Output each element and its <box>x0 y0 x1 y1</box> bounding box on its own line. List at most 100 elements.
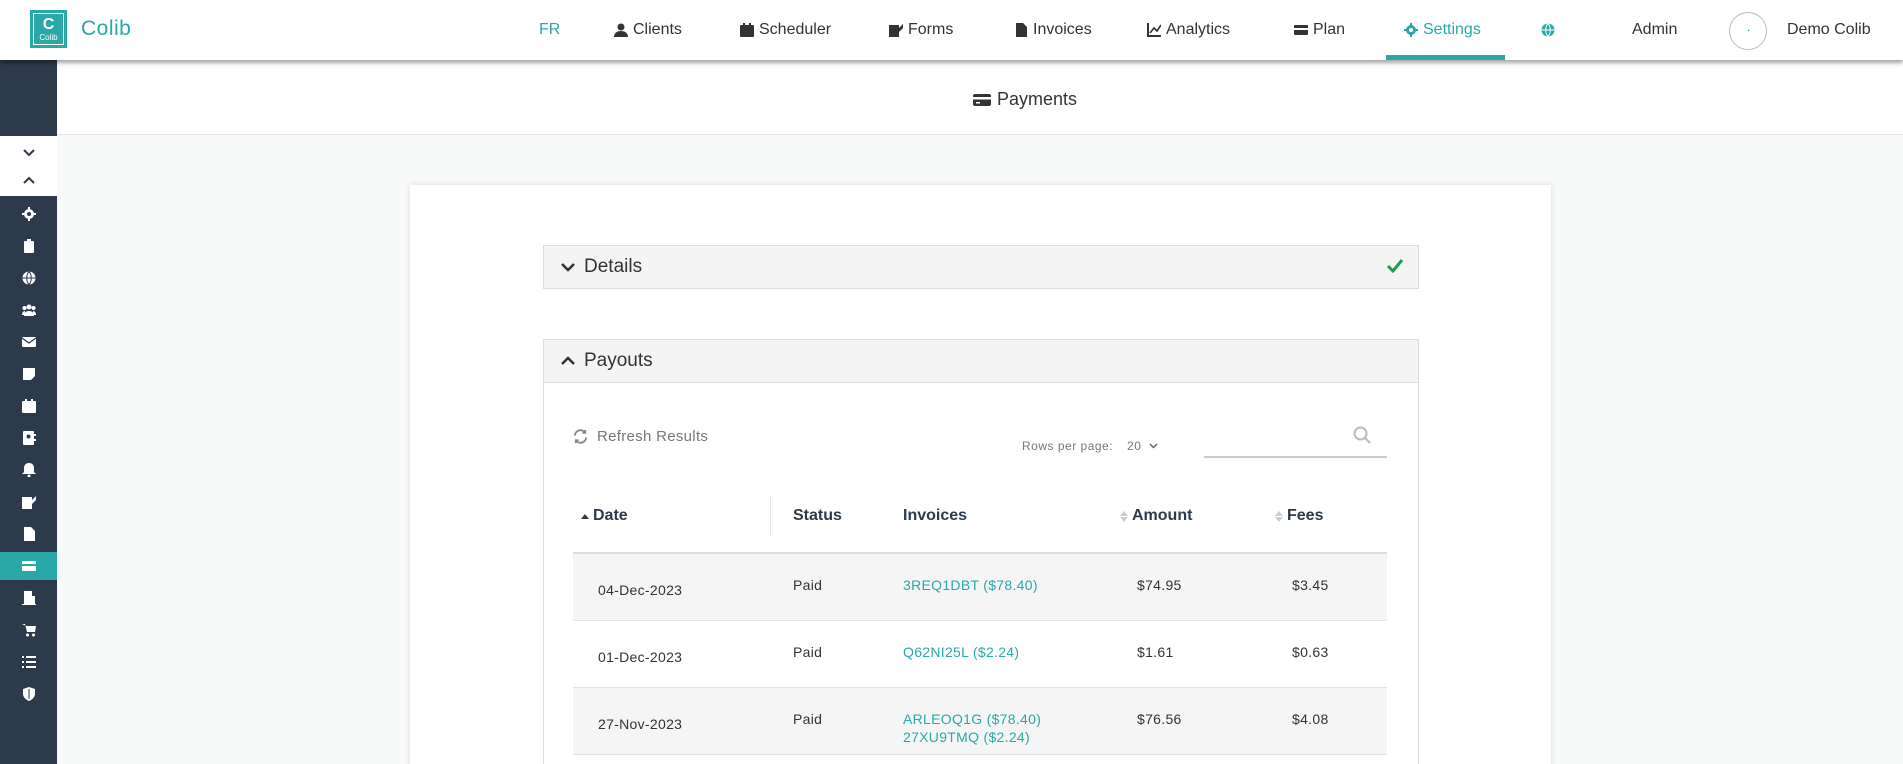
logo-small-text: Colib <box>39 32 58 42</box>
colib-logo[interactable]: C Colib <box>30 10 67 48</box>
bell-icon <box>21 463 36 477</box>
nav-invoices-label: Invoices <box>1033 21 1092 38</box>
nav-invoices[interactable]: Invoices <box>1014 20 1092 40</box>
globe-icon <box>22 271 35 285</box>
sidebar-item-list[interactable] <box>0 648 57 676</box>
cell-amount: $1.61 <box>1137 644 1174 660</box>
sidebar-item-forms[interactable] <box>0 488 57 516</box>
sidebar-item-notes[interactable] <box>0 360 57 388</box>
users-icon <box>21 304 36 316</box>
chevron-down-icon <box>1149 443 1158 449</box>
sort-icon <box>1275 510 1283 522</box>
invoice-icon <box>23 527 35 541</box>
column-header-date[interactable]: Date <box>581 507 628 525</box>
user-name[interactable]: Demo Colib <box>1787 20 1871 40</box>
sidebar-item-clipboard[interactable] <box>0 232 57 260</box>
page-title-text: Payments <box>997 89 1078 109</box>
sidebar-item-users[interactable] <box>0 296 57 324</box>
form-edit-icon <box>889 24 903 37</box>
nav-forms-label: Forms <box>908 21 954 38</box>
sidebar-item-email[interactable] <box>0 328 57 356</box>
refresh-icon <box>573 429 588 444</box>
search-input[interactable] <box>1204 420 1354 450</box>
sidebar-collapse-button[interactable] <box>0 167 57 195</box>
sidebar-item-globe[interactable] <box>0 264 57 292</box>
chevron-down-icon <box>561 263 575 272</box>
nav-analytics[interactable]: Analytics <box>1147 20 1230 40</box>
rows-per-page-label: Rows per page: <box>1022 439 1114 453</box>
cell-date: 01-Dec-2023 <box>598 649 683 665</box>
column-invoices-label: Invoices <box>903 507 968 524</box>
nav-plan[interactable]: Plan <box>1294 20 1345 40</box>
nav-admin[interactable]: Admin <box>1632 20 1677 40</box>
column-header-status[interactable]: Status <box>793 507 842 525</box>
form-edit-icon <box>21 496 36 509</box>
table-row: 04-Dec-2023 Paid 3REQ1DBT ($78.40) $74.9… <box>573 554 1387 621</box>
cell-fees: $3.45 <box>1292 577 1329 593</box>
payouts-panel-header[interactable]: Payouts <box>543 339 1419 383</box>
invoice-link[interactable]: Q62NI25L ($2.24) <box>903 642 1019 662</box>
cell-invoices: 3REQ1DBT ($78.40) <box>903 577 1038 595</box>
nav-scheduler-label: Scheduler <box>759 21 832 38</box>
invoice-link[interactable]: ARLEOQ1G ($78.40) <box>903 709 1041 729</box>
globe-button[interactable] <box>1541 20 1555 40</box>
table-row: 01-Dec-2023 Paid Q62NI25L ($2.24) $1.61 … <box>573 621 1387 688</box>
cell-status: Paid <box>793 644 823 660</box>
column-header-amount[interactable]: Amount <box>1120 507 1192 525</box>
sidebar-item-notifications[interactable] <box>0 456 57 484</box>
invoice-link[interactable]: 3REQ1DBT ($78.40) <box>903 575 1038 595</box>
sidebar-item-payments[interactable] <box>0 552 57 580</box>
nav-clients-label: Clients <box>633 21 682 38</box>
nav-analytics-label: Analytics <box>1166 21 1231 38</box>
refresh-results-label: Refresh Results <box>597 428 709 445</box>
gear-icon <box>1404 23 1418 37</box>
cell-fees: $0.63 <box>1292 644 1329 660</box>
invoice-link[interactable]: 27XU9TMQ ($2.24) <box>903 727 1041 747</box>
avatar[interactable]: ◔ <box>1729 12 1767 50</box>
sidebar-item-contacts[interactable] <box>0 424 57 452</box>
sidebar-expand-button[interactable] <box>0 138 57 166</box>
sticky-note-icon <box>22 368 35 380</box>
chevron-up-icon <box>561 356 575 365</box>
shopping-cart-icon <box>21 624 36 637</box>
details-panel-header[interactable]: Details <box>543 245 1419 289</box>
cell-invoices: ARLEOQ1G ($78.40) 27XU9TMQ ($2.24) <box>903 711 1041 747</box>
nav-clients[interactable]: Clients <box>614 20 682 40</box>
cell-date: 27-Nov-2023 <box>598 716 683 732</box>
calendar-icon <box>21 399 36 413</box>
cell-date: 04-Dec-2023 <box>598 582 683 598</box>
column-header-invoices[interactable]: Invoices <box>903 507 967 525</box>
language-toggle[interactable]: FR <box>539 20 560 40</box>
sidebar-item-invoices[interactable] <box>0 520 57 548</box>
address-book-icon <box>22 431 36 445</box>
search-field[interactable] <box>1204 420 1387 458</box>
sidebar-item-security[interactable] <box>0 680 57 708</box>
list-icon <box>21 656 36 668</box>
sidebar-item-shop[interactable] <box>0 616 57 644</box>
column-header-fees[interactable]: Fees <box>1275 507 1323 525</box>
cell-amount: $74.95 <box>1137 577 1182 593</box>
table-header: Date Status Invoices Amount Fees <box>573 495 1387 554</box>
page-header: Payments <box>57 60 1903 135</box>
column-date-label: Date <box>593 507 628 524</box>
nav-plan-label: Plan <box>1313 21 1346 38</box>
page-title: Payments <box>973 89 1077 110</box>
nav-scheduler[interactable]: Scheduler <box>740 20 831 40</box>
refresh-results-button[interactable]: Refresh Results <box>573 428 708 445</box>
rows-per-page-select[interactable]: 20 <box>1127 439 1158 453</box>
column-fees-label: Fees <box>1287 507 1324 524</box>
nav-settings[interactable]: Settings <box>1404 20 1481 40</box>
rows-per-page-value: 20 <box>1127 439 1142 453</box>
sidebar-item-settings[interactable] <box>0 200 57 228</box>
active-tab-indicator <box>1386 55 1505 60</box>
clipboard-icon <box>23 239 34 253</box>
chevron-up-icon <box>22 176 35 184</box>
cell-amount: $76.56 <box>1137 711 1182 727</box>
nav-forms[interactable]: Forms <box>889 20 953 40</box>
sidebar-item-calendar[interactable] <box>0 392 57 420</box>
sidebar-item-building[interactable] <box>0 584 57 612</box>
brand-name[interactable]: Colib <box>81 17 131 41</box>
sort-icon <box>1120 510 1128 522</box>
column-divider <box>770 495 771 537</box>
building-icon <box>21 591 36 605</box>
